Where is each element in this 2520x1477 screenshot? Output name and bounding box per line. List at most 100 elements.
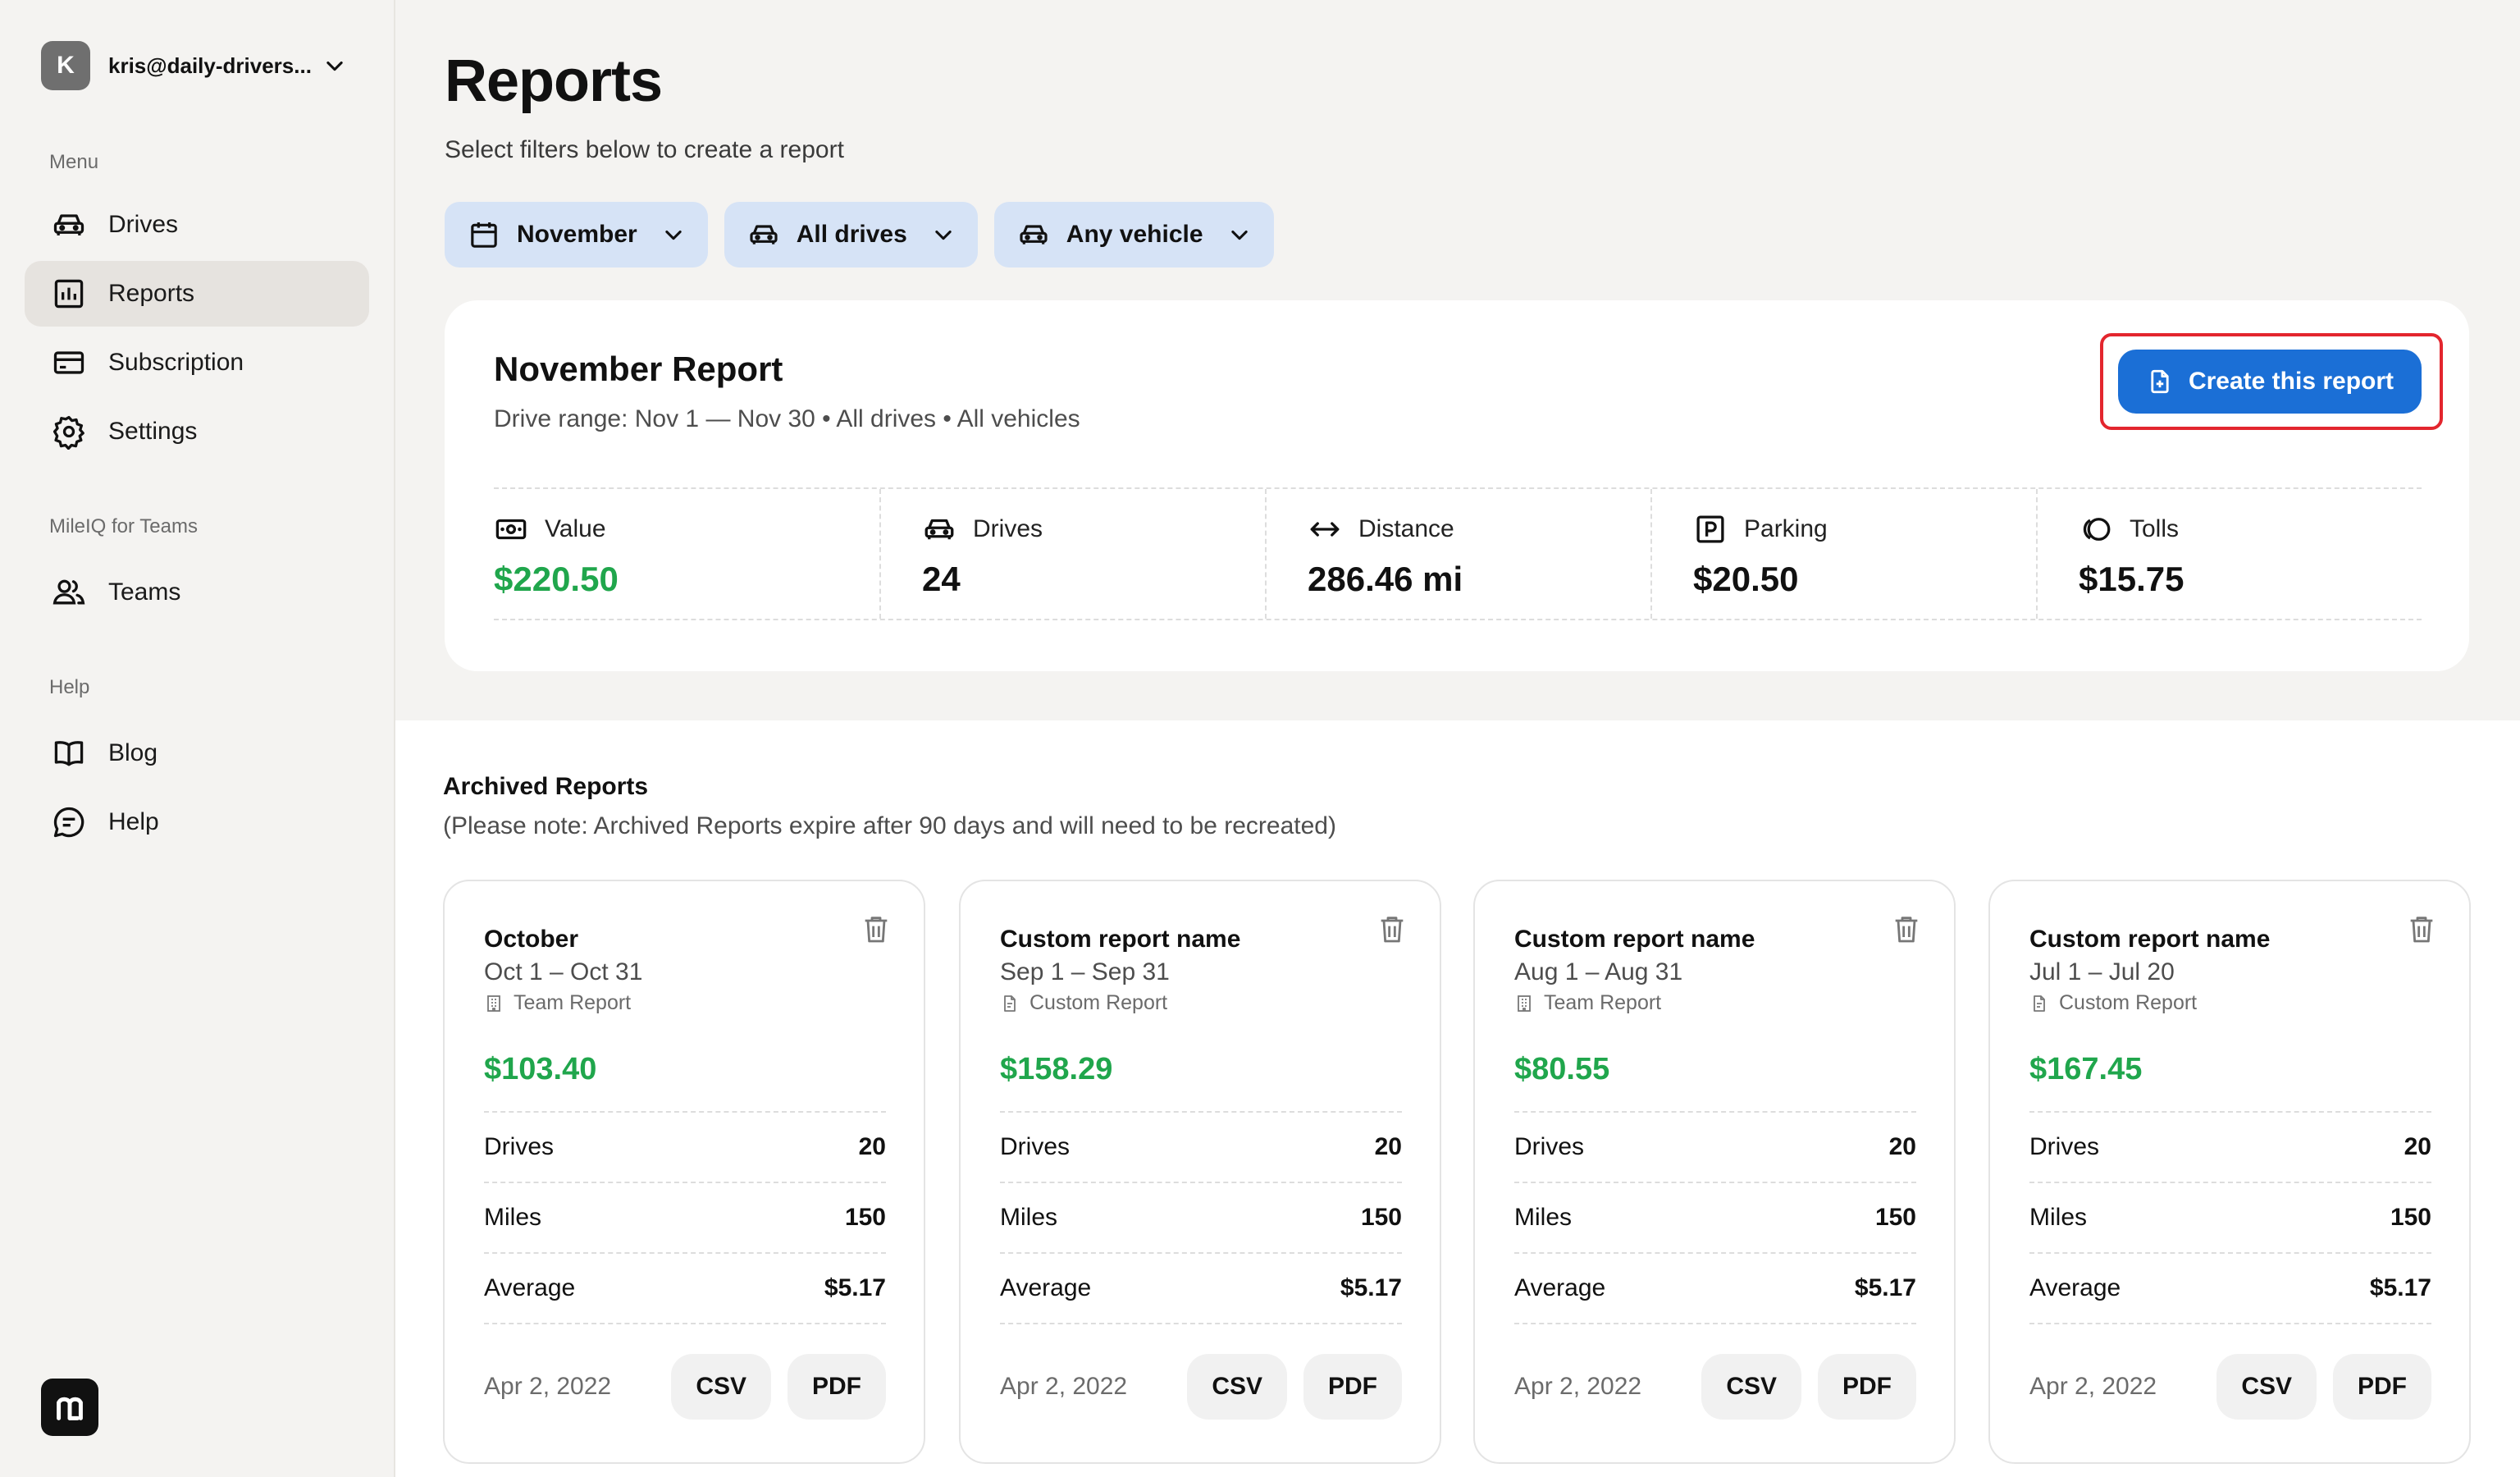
reports-icon — [51, 276, 87, 312]
archived-range: Aug 1 – Aug 31 — [1514, 958, 1683, 985]
sidebar-item-subscription[interactable]: Subscription — [25, 330, 369, 396]
account-switcher[interactable]: K kris@daily-drivers... — [41, 41, 346, 90]
sidebar-item-blog[interactable]: Blog — [25, 720, 369, 786]
sidebar-item-label: Teams — [108, 578, 181, 606]
archived-type: Team Report — [1514, 991, 1661, 1015]
archived-rows: Drives 20 Miles 150 Average $5.17 — [484, 1111, 886, 1324]
mileiq-logo[interactable] — [41, 1379, 98, 1436]
chevron-down-icon — [662, 223, 685, 246]
csv-button[interactable]: CSV — [2216, 1354, 2317, 1420]
car-icon — [922, 512, 956, 546]
row-average: Average $5.17 — [1514, 1254, 1916, 1324]
report-stats: Value $220.50 Drives 24 Distance 286.46 … — [494, 487, 2422, 620]
row-drives: Drives 20 — [484, 1113, 886, 1183]
sidebar-item-label: Blog — [108, 739, 158, 766]
row-miles: Miles 150 — [1514, 1183, 1916, 1254]
archived-footer: Apr 2, 2022 CSV PDF — [2029, 1354, 2431, 1420]
row-label: Average — [484, 1274, 576, 1301]
file-plus-icon — [2146, 368, 2174, 396]
stat-tolls: Tolls $15.75 — [2036, 489, 2422, 619]
row-value: $5.17 — [1854, 1274, 1916, 1301]
stat-label: Drives — [973, 515, 1043, 542]
report-preview-card: November Report Drive range: Nov 1 — Nov… — [445, 300, 2469, 671]
archived-rows: Drives 20 Miles 150 Average $5.17 — [1000, 1111, 1402, 1324]
row-value: 150 — [1874, 1204, 1916, 1231]
pdf-button[interactable]: PDF — [2333, 1354, 2431, 1420]
car-icon — [747, 218, 780, 251]
archived-value: $158.29 — [1000, 1052, 1113, 1086]
sidebar-item-reports[interactable]: Reports — [25, 261, 369, 327]
delete-icon[interactable] — [2405, 912, 2438, 945]
archived-value: $167.45 — [2029, 1052, 2143, 1086]
sidebar-item-label: Reports — [108, 280, 195, 307]
vehicle-filter[interactable]: Any vehicle — [993, 202, 1274, 268]
calendar-icon — [468, 218, 500, 251]
stat-label: Parking — [1744, 515, 1828, 542]
archived-range: Sep 1 – Sep 31 — [1000, 958, 1170, 985]
delete-icon[interactable] — [1376, 912, 1408, 945]
stat-number: $20.50 — [1693, 560, 1799, 598]
row-label: Miles — [1000, 1204, 1058, 1231]
row-label: Average — [1000, 1274, 1092, 1301]
sidebar-item-label: Help — [108, 808, 159, 835]
delete-icon[interactable] — [860, 912, 892, 945]
row-value: 150 — [2390, 1204, 2431, 1231]
row-value: 20 — [858, 1133, 886, 1160]
archived-name: October — [484, 926, 579, 953]
sidebar-item-settings[interactable]: Settings — [25, 399, 369, 464]
chevron-down-icon — [932, 223, 955, 246]
pdf-button[interactable]: PDF — [1818, 1354, 1916, 1420]
stat-number: $220.50 — [494, 560, 619, 598]
archived-footer: Apr 2, 2022 CSV PDF — [1000, 1354, 1402, 1420]
archived-type-label: Custom Report — [1029, 991, 1168, 1014]
create-report-label: Create this report — [2188, 368, 2394, 395]
stat-label: Value — [545, 515, 606, 542]
help-section-label: Help — [49, 676, 90, 698]
create-report-button[interactable]: Create this report — [2118, 350, 2422, 414]
csv-button[interactable]: CSV — [1701, 1354, 1801, 1420]
archived-type: Custom Report — [1000, 991, 1167, 1015]
pdf-button[interactable]: PDF — [788, 1354, 886, 1420]
card-icon — [51, 345, 87, 381]
stat-label: Distance — [1358, 515, 1454, 542]
row-label: Average — [2029, 1274, 2121, 1301]
stat-number: 286.46 mi — [1308, 560, 1463, 598]
row-value: $5.17 — [824, 1274, 886, 1301]
teams-section-label: MileIQ for Teams — [49, 515, 198, 537]
filter-bar: November All drives Any vehicle — [445, 202, 1274, 268]
document-icon — [2029, 994, 2049, 1013]
archived-footer: Apr 2, 2022 CSV PDF — [1514, 1354, 1916, 1420]
row-miles: Miles 150 — [1000, 1183, 1402, 1254]
archived-value: $103.40 — [484, 1052, 597, 1086]
building-icon — [1514, 994, 1534, 1013]
account-email: kris@daily-drivers... — [108, 53, 312, 78]
archived-type: Team Report — [484, 991, 631, 1015]
archived-report-card: Custom report name Sep 1 – Sep 31 Custom… — [959, 880, 1441, 1464]
chevron-down-icon — [1228, 223, 1251, 246]
sidebar-item-drives[interactable]: Drives — [25, 192, 369, 258]
stat-parking: Parking $20.50 — [1650, 489, 2036, 619]
row-label: Miles — [484, 1204, 542, 1231]
archived-type-label: Team Report — [514, 991, 632, 1014]
row-value: $5.17 — [1340, 1274, 1402, 1301]
avatar: K — [41, 41, 90, 90]
csv-button[interactable]: CSV — [1187, 1354, 1287, 1420]
row-label: Drives — [1000, 1133, 1071, 1160]
csv-button[interactable]: CSV — [671, 1354, 771, 1420]
row-value: 20 — [1374, 1133, 1402, 1160]
month-filter[interactable]: November — [445, 202, 708, 268]
row-miles: Miles 150 — [484, 1183, 886, 1254]
pdf-button[interactable]: PDF — [1303, 1354, 1402, 1420]
drives-filter[interactable]: All drives — [724, 202, 978, 268]
page-title: Reports — [445, 48, 663, 114]
sidebar-item-help[interactable]: Help — [25, 789, 369, 855]
row-value: 150 — [1360, 1204, 1402, 1231]
report-builder: Reports Select filters below to create a… — [395, 0, 2520, 720]
filter-label: All drives — [796, 221, 907, 248]
row-value: 150 — [844, 1204, 886, 1231]
row-average: Average $5.17 — [484, 1254, 886, 1324]
sidebar-item-teams[interactable]: Teams — [25, 560, 369, 625]
delete-icon[interactable] — [1890, 912, 1923, 945]
car-icon — [1017, 218, 1050, 251]
stat-drives: Drives 24 — [879, 489, 1265, 619]
